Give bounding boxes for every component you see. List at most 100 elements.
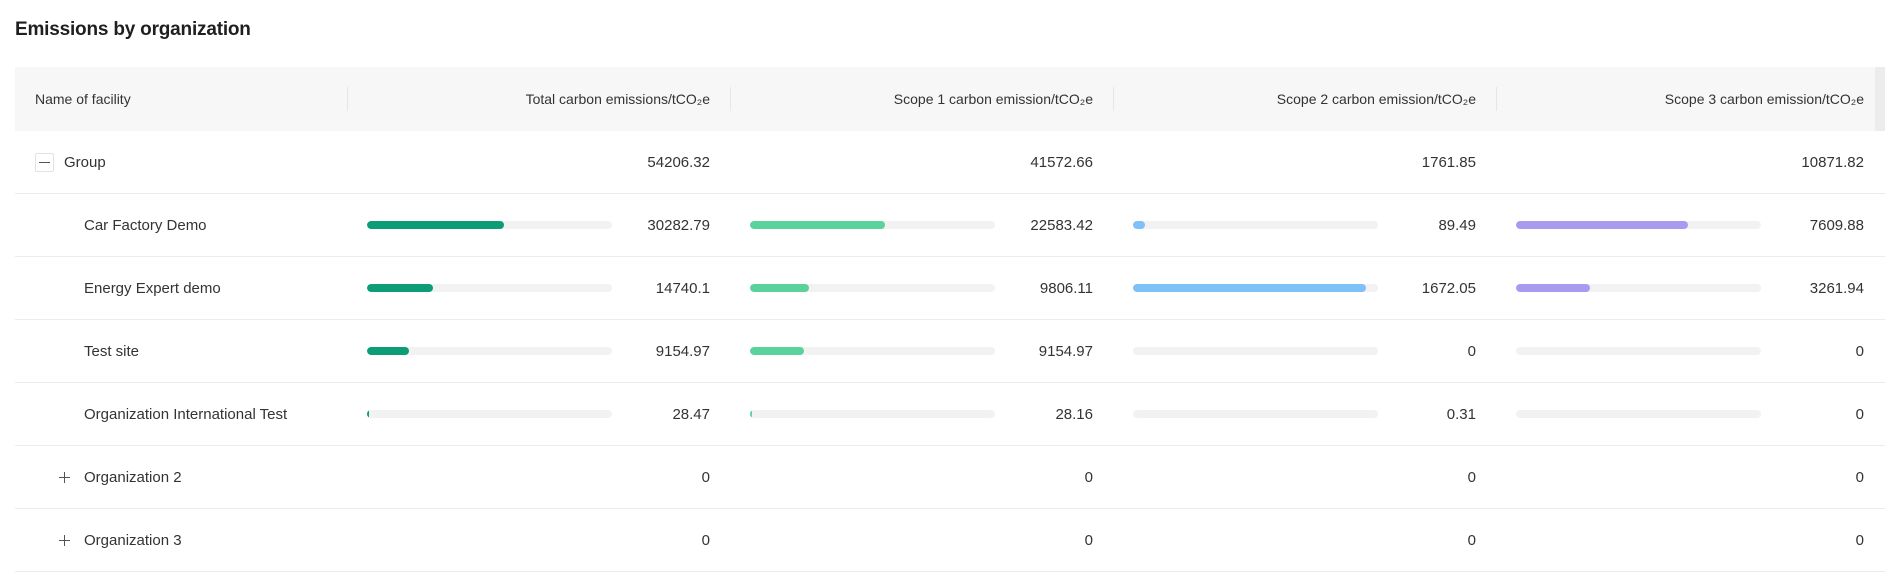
total-progress-fill: [367, 221, 505, 229]
table-row[interactable]: Organization International Test 28.47 28.1…: [15, 383, 1885, 446]
plus-stroke: [64, 534, 65, 546]
scope2-value: 0: [1467, 531, 1476, 549]
scope3-cell: 0: [1496, 446, 1884, 508]
total-value: 28.47: [672, 405, 710, 423]
scope1-progress-track: [750, 410, 995, 418]
scope3-progress-track: [1516, 221, 1761, 229]
scope1-cell: 0: [730, 509, 1113, 571]
horizontal-scrollbar[interactable]: [1875, 67, 1885, 131]
total-progress-track: [367, 347, 612, 355]
table-row[interactable]: Test site 9154.97 9154.97 0 0: [15, 320, 1885, 383]
scope2-cell: 0: [1113, 446, 1496, 508]
total-cell: 0: [347, 446, 730, 508]
scope1-cell: 9154.97: [730, 320, 1113, 382]
scope3-cell: 7609.88: [1496, 194, 1884, 256]
column-header-scope2[interactable]: Scope 2 carbon emission/tCO₂e: [1113, 67, 1496, 131]
expand-row-icon[interactable]: [55, 467, 74, 487]
facility-name: Organization 2: [84, 468, 182, 486]
total-progress-track: [367, 410, 612, 418]
facility-name-cell: Organization 2: [15, 446, 347, 508]
scope1-value: 41572.66: [1030, 153, 1093, 171]
scope2-cell: 89.49: [1113, 194, 1496, 256]
scope3-value: 10871.82: [1801, 153, 1864, 171]
column-header-name[interactable]: Name of facility: [15, 67, 347, 131]
column-header-total[interactable]: Total carbon emissions/tCO₂e: [347, 67, 730, 131]
scope1-cell: 22583.42: [730, 194, 1113, 256]
scope1-progress-track: [750, 221, 995, 229]
scope1-progress-track: [750, 347, 995, 355]
total-cell: 0: [347, 509, 730, 571]
scope2-progress-fill: [1133, 221, 1146, 229]
minus-stroke: [39, 161, 50, 163]
section-title: Emissions by organization: [15, 19, 251, 40]
scope2-cell: 0: [1113, 509, 1496, 571]
scope1-cell: 9806.11: [730, 257, 1113, 319]
table-row[interactable]: Organization 3 0 0 0 0: [15, 509, 1885, 572]
scope2-value: 1672.05: [1421, 279, 1476, 297]
scope1-value: 9806.11: [1039, 279, 1093, 297]
scope2-cell: 0: [1113, 320, 1496, 382]
scope3-progress-fill: [1516, 221, 1688, 229]
facility-name-cell: Car Factory Demo: [15, 194, 347, 256]
total-cell: 30282.79: [347, 194, 730, 256]
total-progress-fill: [367, 410, 369, 418]
scope3-progress-track: [1516, 347, 1761, 355]
table-row[interactable]: Car Factory Demo 30282.79 22583.42 89.49 760…: [15, 194, 1885, 257]
scope2-cell: 1761.85: [1113, 131, 1496, 193]
total-progress-fill: [367, 284, 434, 292]
scope1-progress-fill: [750, 284, 809, 292]
scope2-progress-fill: [1133, 284, 1366, 292]
total-value: 14740.1: [655, 279, 710, 297]
scope1-value: 0: [1084, 531, 1093, 549]
total-cell: 28.47: [347, 383, 730, 445]
column-header-scope3[interactable]: Scope 3 carbon emission/tCO₂e: [1496, 67, 1884, 131]
scope2-progress-track: [1133, 410, 1378, 418]
total-value: 0: [701, 531, 710, 549]
scope1-progress-fill: [750, 221, 885, 229]
total-progress-track: [367, 284, 612, 292]
collapse-row-icon[interactable]: [35, 152, 54, 172]
total-cell: 54206.32: [347, 131, 730, 193]
scope3-progress-fill: [1516, 284, 1590, 292]
total-cell: 9154.97: [347, 320, 730, 382]
facility-name: Organization International Test: [84, 405, 288, 423]
scope3-value: 0: [1855, 531, 1864, 549]
scope1-progress-track: [750, 284, 995, 292]
facility-name: Organization 3: [84, 531, 182, 549]
expand-row-icon[interactable]: [55, 530, 74, 550]
scope2-value: 1761.85: [1421, 153, 1476, 171]
scope1-cell: 0: [730, 446, 1113, 508]
scope2-value: 0: [1467, 468, 1476, 486]
scope2-value: 0.31: [1446, 405, 1476, 423]
table-row[interactable]: Energy Expert demo 14740.1 9806.11 1672.05 3…: [15, 257, 1885, 320]
facility-name: Energy Expert demo: [84, 279, 221, 297]
scope1-progress-fill: [750, 410, 752, 418]
scope2-progress-track: [1133, 221, 1378, 229]
emissions-table: Name of facility Total carbon emissions/…: [15, 67, 1885, 572]
table-row[interactable]: Organization 2 0 0 0 0: [15, 446, 1885, 509]
scope2-cell: 1672.05: [1113, 257, 1496, 319]
scope1-progress-fill: [750, 347, 804, 355]
scope3-progress-track: [1516, 284, 1761, 292]
scope1-value: 28.16: [1055, 405, 1093, 423]
facility-name: Car Factory Demo: [84, 216, 207, 234]
total-value: 9154.97: [655, 342, 710, 360]
table-row[interactable]: Group 54206.32 41572.66 1761.85 10871.82: [15, 131, 1885, 194]
scope1-cell: 28.16: [730, 383, 1113, 445]
scope2-progress-track: [1133, 347, 1378, 355]
scope2-value: 0: [1467, 342, 1476, 360]
scope3-value: 0: [1855, 405, 1864, 423]
scope1-value: 22583.42: [1030, 216, 1093, 234]
scope3-value: 3261.94: [1809, 279, 1864, 297]
scope3-cell: 0: [1496, 383, 1884, 445]
plus-stroke: [64, 471, 65, 483]
scope2-value: 89.49: [1438, 216, 1476, 234]
column-header-scope1[interactable]: Scope 1 carbon emission/tCO₂e: [730, 67, 1113, 131]
facility-name-cell: Test site: [15, 320, 347, 382]
scope1-value: 0: [1084, 468, 1093, 486]
facility-name: Test site: [84, 342, 140, 360]
scope2-progress-track: [1133, 284, 1378, 292]
scope3-cell: 0: [1496, 320, 1884, 382]
total-value: 0: [701, 468, 710, 486]
total-value: 54206.32: [647, 153, 710, 171]
